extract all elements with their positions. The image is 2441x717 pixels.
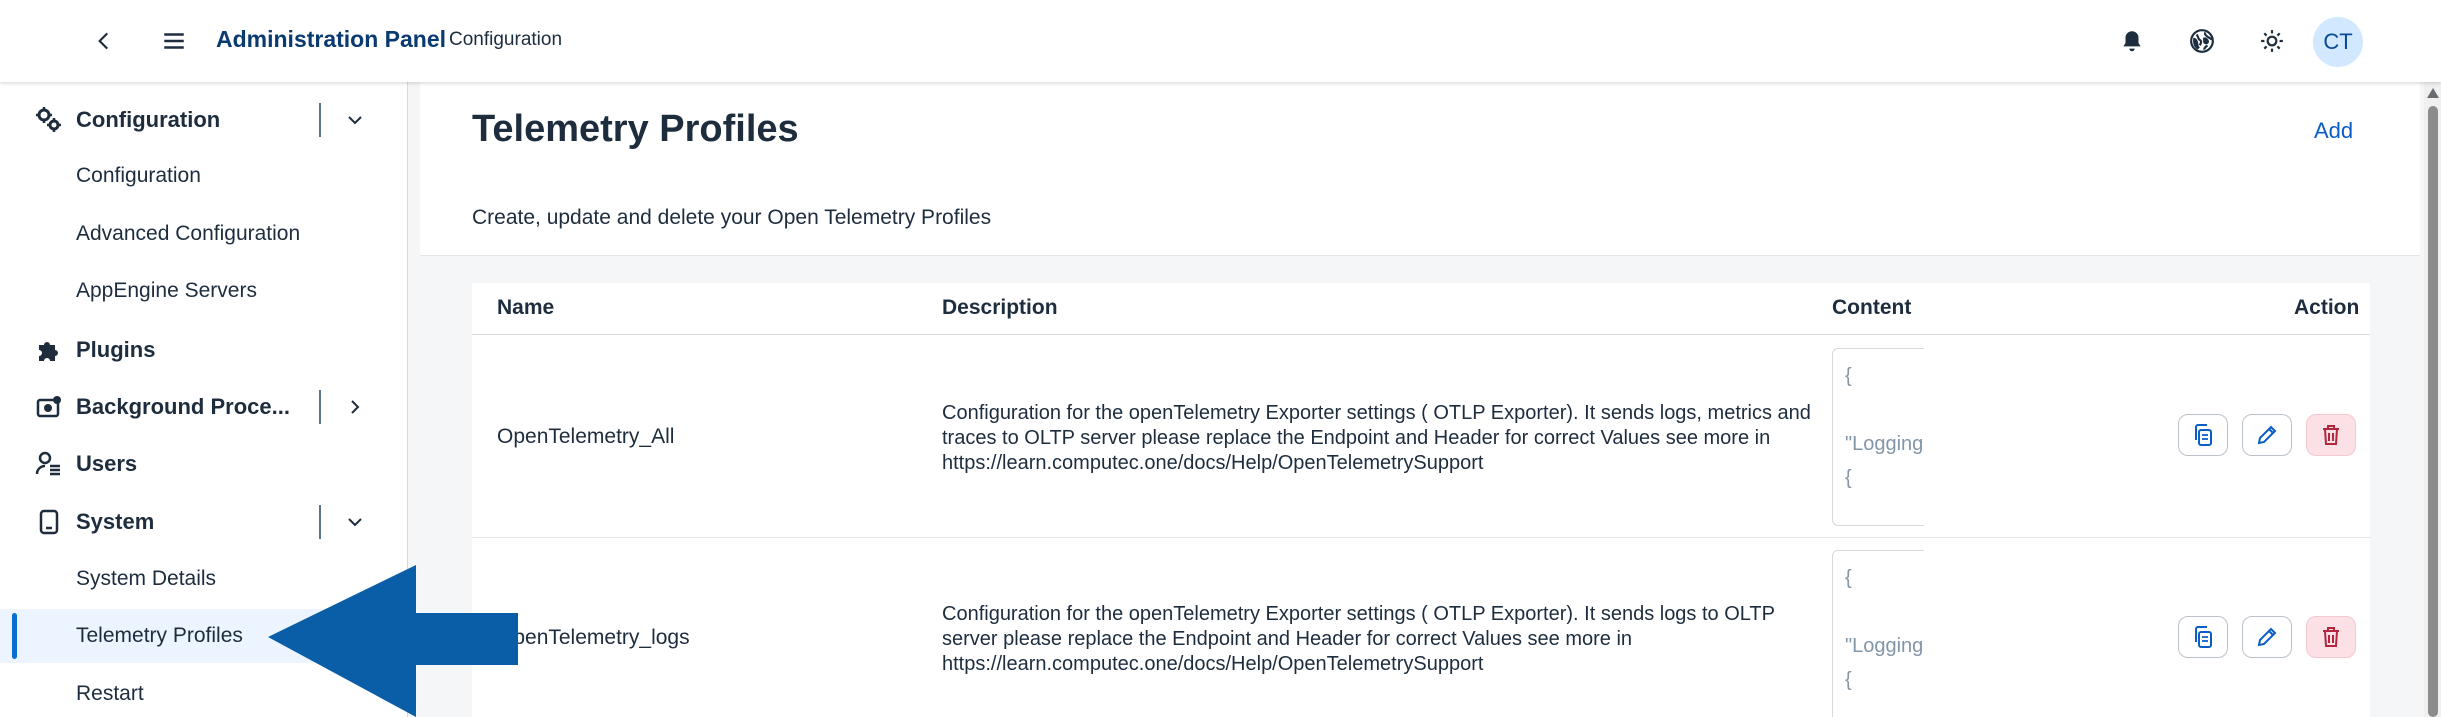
trash-icon <box>2323 627 2339 647</box>
column-header-content: Content <box>1832 296 1912 319</box>
content-line <box>1845 393 1912 427</box>
table-row: OpenTelemetry_All Configuration for the … <box>472 336 2370 538</box>
nav-group-background-processes[interactable]: Background Proce... <box>0 379 408 435</box>
puzzle-icon <box>34 335 64 365</box>
nav-group-system[interactable]: System <box>0 494 408 550</box>
edit-button[interactable] <box>2242 414 2292 456</box>
chevron-down-icon[interactable] <box>340 105 370 135</box>
content-line: "Logging <box>1845 635 1924 657</box>
device-icon <box>34 507 64 537</box>
app-title[interactable]: Administration Panel <box>216 26 446 53</box>
edit-button[interactable] <box>2242 616 2292 658</box>
delete-button[interactable] <box>2306 616 2356 658</box>
copy-button[interactable] <box>2178 616 2228 658</box>
avatar[interactable]: CT <box>2313 17 2363 67</box>
chevron-down-icon[interactable] <box>340 507 370 537</box>
nav-group-label: Configuration <box>76 107 221 132</box>
page-title: Telemetry Profiles <box>472 108 799 150</box>
copy-icon <box>2195 626 2212 648</box>
menu-icon[interactable] <box>150 17 198 65</box>
user-settings-icon <box>34 449 64 479</box>
profile-name: OpenTelemetry_All <box>497 425 675 448</box>
scroll-up-icon[interactable] <box>2427 88 2439 98</box>
gears-icon <box>34 105 64 135</box>
nav-group-label: Users <box>76 451 138 476</box>
content-line: { <box>1845 669 1852 691</box>
row-actions <box>2178 414 2358 458</box>
chevron-right-icon[interactable] <box>340 392 370 422</box>
copy-button[interactable] <box>2178 414 2228 456</box>
bell-icon[interactable] <box>2108 17 2156 65</box>
profile-description: Configuration for the openTelemetry Expo… <box>942 603 1775 675</box>
trash-icon <box>2323 425 2339 445</box>
globe-icon[interactable] <box>2178 17 2226 65</box>
content-line: { <box>1845 365 1852 387</box>
profile-content-textarea[interactable]: { "Logging { <box>1832 550 1924 717</box>
column-header-description: Description <box>942 296 1058 319</box>
annotation-arrow-icon <box>268 565 518 717</box>
scrollbar-thumb[interactable] <box>2428 106 2438 717</box>
content-line: { <box>1845 567 1852 589</box>
nav-group-label: Background Proce... <box>76 394 290 419</box>
nav-item-label: Telemetry Profiles <box>76 624 243 647</box>
nav-item-configuration[interactable]: Configuration <box>0 149 408 203</box>
pencil-icon <box>2257 627 2277 647</box>
theme-sun-icon[interactable] <box>2248 17 2296 65</box>
content-line: "Logging <box>1845 433 1924 455</box>
back-icon[interactable] <box>80 17 128 65</box>
separator <box>319 103 321 137</box>
nav-item-label: Restart <box>76 682 144 705</box>
content-line <box>1845 595 1912 629</box>
nav-group-plugins[interactable]: Plugins <box>0 322 408 378</box>
nav-item-label: Configuration <box>76 164 201 187</box>
copy-icon <box>2195 424 2212 446</box>
vertical-scrollbar[interactable] <box>2424 82 2441 717</box>
content-line: { <box>1845 467 1852 489</box>
nav-group-users[interactable]: Users <box>0 436 408 492</box>
profile-content-textarea[interactable]: { "Logging { <box>1832 348 1924 526</box>
row-actions <box>2178 616 2358 660</box>
nav-item-advanced-configuration[interactable]: Advanced Configuration <box>0 207 408 261</box>
app-subtitle: Configuration <box>449 29 563 50</box>
shell-bar: Administration Panel Configuration CT <box>0 0 2441 82</box>
nav-group-configuration[interactable]: Configuration <box>0 92 408 148</box>
pencil-icon <box>2257 425 2277 445</box>
nav-item-label: System Details <box>76 567 217 590</box>
profile-description: Configuration for the openTelemetry Expo… <box>942 402 1811 474</box>
table-header: Name Description Content Action <box>472 283 2370 335</box>
column-header-name: Name <box>497 296 555 319</box>
profile-name: OpenTelemetry_logs <box>497 626 690 649</box>
separator <box>319 505 321 539</box>
nav-item-appengine-servers[interactable]: AppEngine Servers <box>0 264 408 318</box>
nav-group-label: Plugins <box>76 337 156 362</box>
nav-item-label: AppEngine Servers <box>76 279 257 302</box>
nav-group-label: System <box>76 509 155 534</box>
separator <box>319 390 321 424</box>
page-header: Telemetry Profiles Add Create, update an… <box>420 82 2420 256</box>
column-header-action: Action <box>2294 296 2360 319</box>
process-icon <box>34 392 64 422</box>
page-description: Create, update and delete your Open Tele… <box>472 206 992 229</box>
nav-item-label: Advanced Configuration <box>76 222 301 245</box>
telemetry-profiles-table: Name Description Content Action OpenTele… <box>472 283 2370 717</box>
delete-button[interactable] <box>2306 414 2356 456</box>
table-row: OpenTelemetry_logs Configuration for the… <box>472 538 2370 717</box>
add-button[interactable]: Add <box>2314 118 2353 144</box>
